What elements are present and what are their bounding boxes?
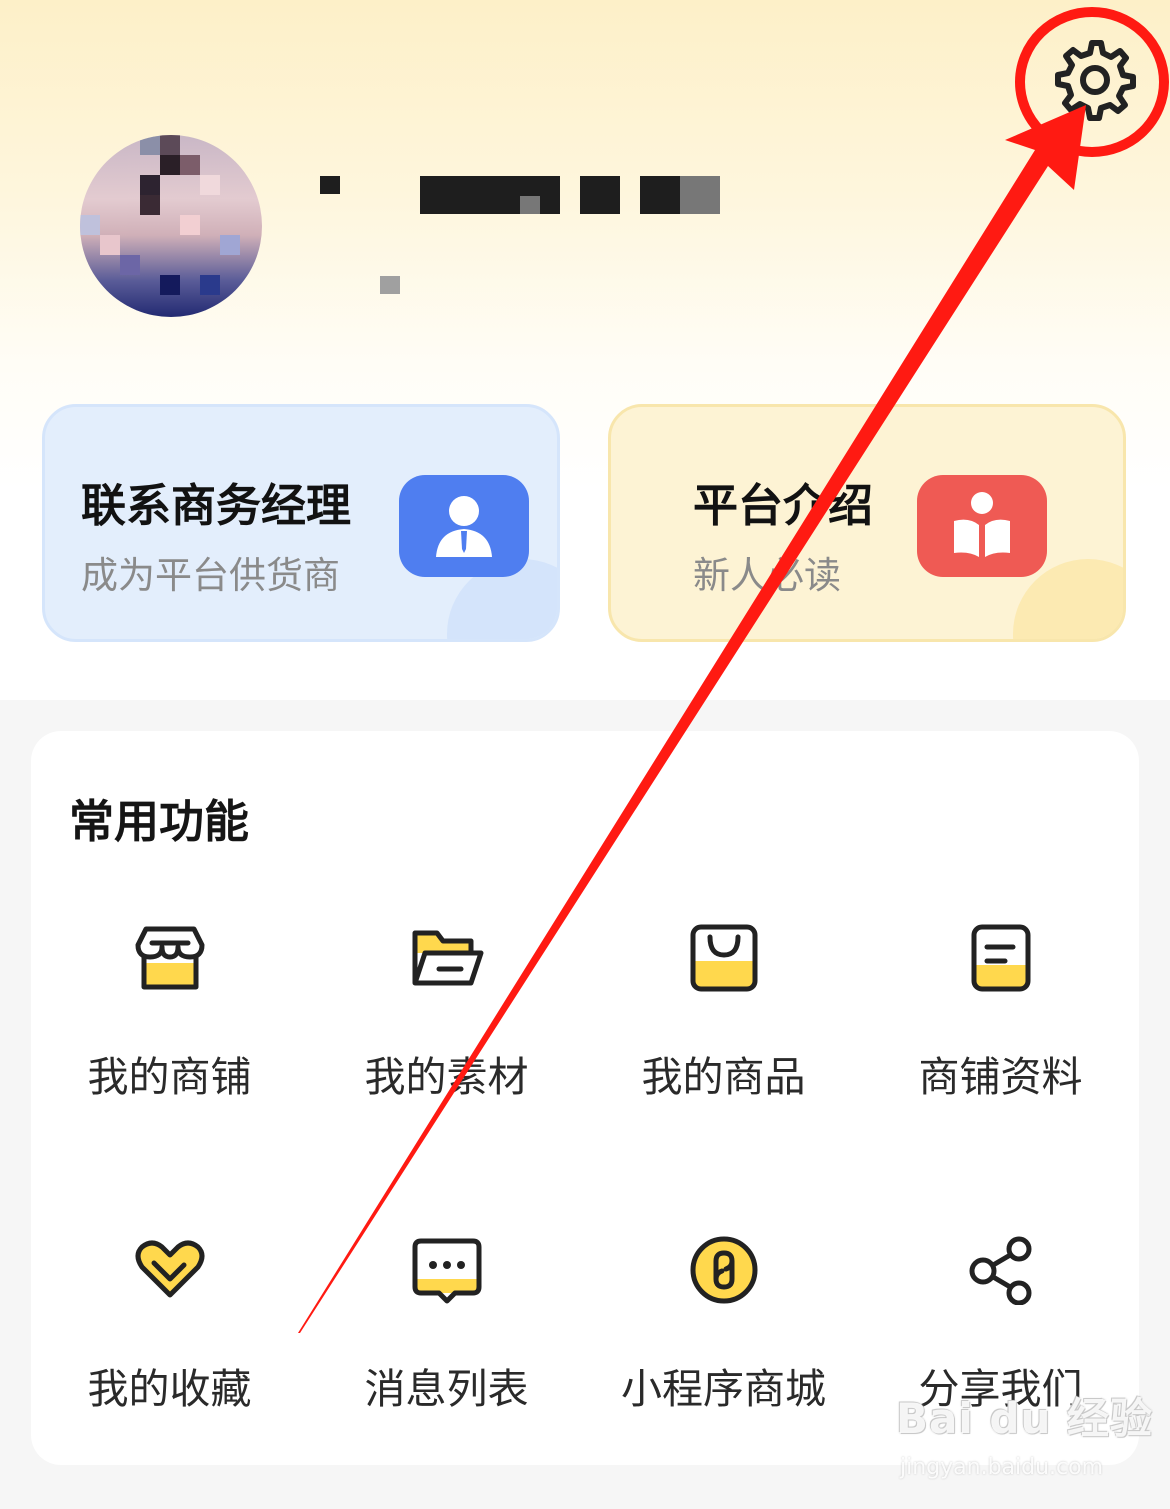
username: [640, 176, 680, 214]
avatar[interactable]: [80, 135, 262, 317]
watermark-logo: Bai du 经验: [896, 1394, 1153, 1443]
card-subtitle: 新人必读: [693, 554, 841, 597]
function-label: 小程序商城: [621, 1365, 826, 1413]
book-reader-icon: [917, 475, 1047, 577]
card-title: 平台介绍: [693, 479, 874, 532]
function-message-list[interactable]: 消息列表: [308, 1235, 585, 1415]
username: [680, 176, 720, 214]
function-store-info[interactable]: 商铺资料: [862, 923, 1139, 1103]
share-icon: [969, 1236, 1031, 1305]
user-id: [380, 276, 400, 294]
shopping-bag-icon: [690, 924, 757, 992]
function-my-materials[interactable]: 我的素材: [308, 923, 585, 1103]
function-label: 我的收藏: [87, 1365, 252, 1413]
function-my-products[interactable]: 我的商品: [585, 923, 862, 1103]
mini-program-icon: [690, 1236, 757, 1304]
platform-intro-card[interactable]: 平台介绍 新人必读: [608, 404, 1126, 642]
function-my-favorites[interactable]: 我的收藏: [31, 1235, 308, 1415]
business-manager-icon: [399, 475, 529, 577]
function-label: 我的商品: [641, 1053, 806, 1101]
function-label: 商铺资料: [918, 1053, 1083, 1101]
function-label: 我的素材: [364, 1053, 529, 1101]
function-mini-program-mall[interactable]: 小程序商城: [585, 1235, 862, 1415]
gear-icon[interactable]: [1052, 38, 1138, 124]
heart-icon: [135, 1240, 204, 1298]
watermark-url: jingyan.baidu.com: [900, 1455, 1104, 1480]
contact-manager-card[interactable]: 联系商务经理 成为平台供货商: [42, 404, 560, 642]
card-title: 联系商务经理: [81, 479, 352, 532]
function-label: 消息列表: [364, 1365, 529, 1413]
store-icon: [135, 926, 204, 990]
message-icon: [412, 1238, 481, 1304]
section-title: 常用功能: [69, 795, 250, 848]
username: [320, 176, 340, 194]
settings-button[interactable]: [1052, 38, 1138, 124]
document-icon: [971, 924, 1030, 992]
folder-icon: [412, 930, 483, 986]
username: [520, 196, 540, 214]
function-my-store[interactable]: 我的商铺: [31, 923, 308, 1103]
function-label: 我的商铺: [87, 1053, 252, 1101]
card-subtitle: 成为平台供货商: [81, 554, 340, 597]
common-functions-panel: 常用功能 我的商铺 我的素材 我的商品 商铺资料 我的收藏 消息列表 小程序商城…: [31, 731, 1139, 1465]
username: [580, 176, 620, 214]
